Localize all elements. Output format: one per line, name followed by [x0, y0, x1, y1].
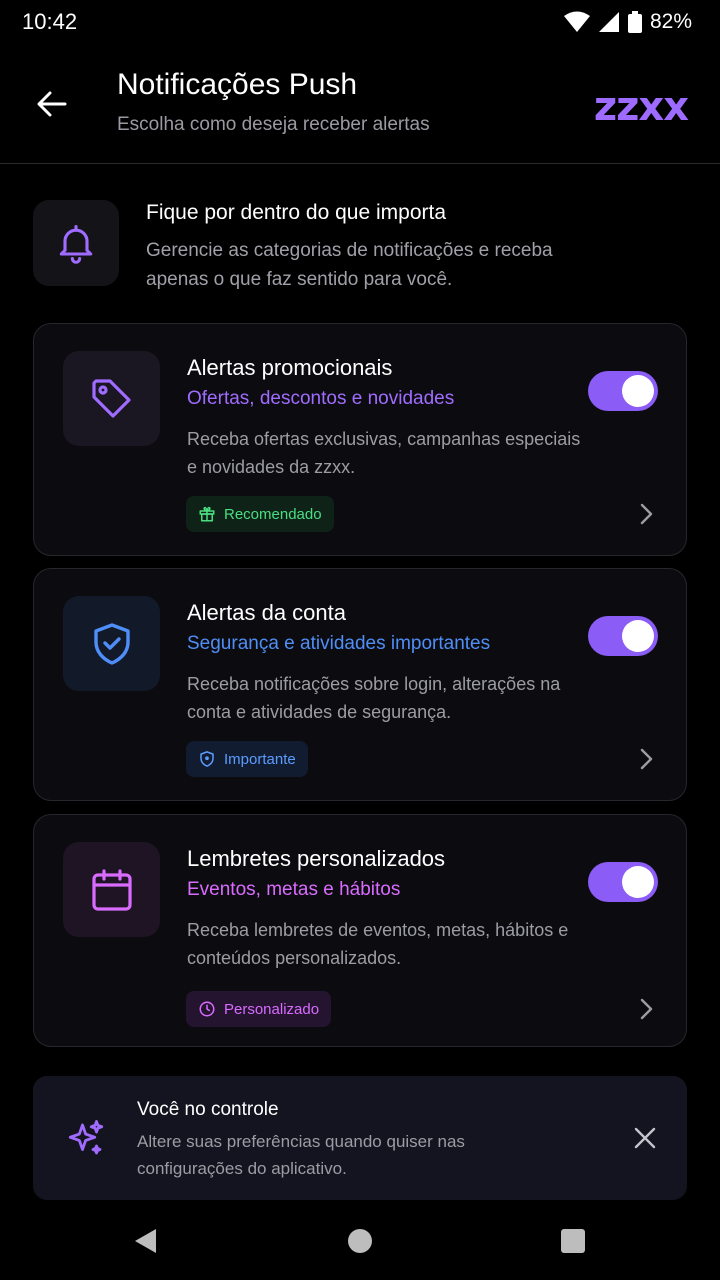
- info-banner: Você no controle Altere suas preferência…: [33, 1076, 687, 1200]
- toggle-knob: [622, 620, 654, 652]
- status-bar: 10:42 82%: [0, 0, 720, 44]
- close-icon: [634, 1127, 656, 1149]
- battery-level: 82%: [649, 10, 692, 33]
- info-title: Você no controle: [137, 1099, 279, 1120]
- close-button[interactable]: [631, 1124, 659, 1152]
- intro-title: Fique por dentro do que importa: [146, 201, 447, 224]
- status-time: 10:42: [22, 9, 78, 34]
- tag-icon: [91, 378, 131, 418]
- intro-text: Gerencie as categorias de notificações e…: [146, 240, 553, 290]
- card-title: Alertas da conta: [187, 600, 346, 625]
- status-badge: Recomendado: [186, 496, 334, 532]
- info-text: Altere suas preferências quando quiser n…: [137, 1132, 465, 1178]
- promotional-alerts-toggle[interactable]: [588, 371, 658, 411]
- shield-icon: [200, 751, 214, 767]
- card-personalized-reminders[interactable]: Lembretes personalizados Eventos, metas …: [33, 814, 687, 1047]
- wifi-icon: [563, 11, 590, 32]
- signal-icon: [598, 12, 619, 32]
- card-description: Receba notificações sobre login, alteraç…: [187, 674, 561, 722]
- page-subtitle: Escolha como deseja receber alertas: [117, 114, 430, 135]
- nav-home-button[interactable]: [345, 1226, 375, 1256]
- arrow-left-icon: [37, 91, 67, 117]
- nav-back-button[interactable]: [130, 1226, 160, 1256]
- card-subtitle: Segurança e atividades importantes: [187, 633, 491, 654]
- toggle-knob: [622, 375, 654, 407]
- circle-home-icon: [348, 1229, 372, 1253]
- intro-bell-tile: [33, 200, 119, 286]
- badge-label: Importante: [224, 750, 296, 768]
- account-alerts-toggle[interactable]: [588, 616, 658, 656]
- bell-icon: [59, 224, 93, 264]
- card-promotional-alerts[interactable]: Alertas promocionais Ofertas, descontos …: [33, 323, 687, 556]
- card-description: Receba lembretes de eventos, metas, hábi…: [187, 920, 569, 968]
- page-title: Notificações Push: [117, 68, 358, 101]
- sparkles-icon: [68, 1120, 104, 1155]
- chevron-right-icon[interactable]: [634, 997, 658, 1021]
- square-recents-icon: [561, 1229, 585, 1253]
- system-nav-bar: [0, 1200, 720, 1280]
- status-badge: Importante: [186, 741, 308, 777]
- chevron-right-icon[interactable]: [634, 747, 658, 771]
- card-description: Receba ofertas exclusivas, campanhas esp…: [187, 429, 581, 477]
- gift-icon: [199, 506, 215, 522]
- card-subtitle: Ofertas, descontos e novidades: [187, 388, 455, 409]
- nav-recents-button[interactable]: [558, 1226, 588, 1256]
- card-icon-tile: [63, 596, 160, 691]
- badge-label: Personalizado: [224, 1000, 320, 1018]
- toggle-knob: [622, 866, 654, 898]
- card-subtitle: Eventos, metas e hábitos: [187, 879, 401, 900]
- card-account-alerts[interactable]: Alertas da conta Segurança e atividades …: [33, 568, 687, 801]
- status-badge: Personalizado: [186, 991, 332, 1027]
- brand-logo: zzxx: [593, 84, 689, 130]
- battery-icon: [627, 11, 642, 33]
- chevron-right-icon[interactable]: [634, 502, 658, 526]
- status-icons: 82%: [563, 10, 692, 34]
- badge-label: Recomendado: [224, 505, 322, 523]
- app-header: Notificações Push Escolha como deseja re…: [0, 44, 720, 164]
- card-icon-tile: [63, 842, 160, 937]
- calendar-icon: [91, 868, 132, 911]
- back-button[interactable]: [30, 82, 74, 126]
- clock-icon: [199, 1001, 215, 1017]
- card-icon-tile: [63, 351, 160, 446]
- shield-check-icon: [93, 622, 130, 665]
- personalized-reminders-toggle[interactable]: [588, 862, 658, 902]
- triangle-back-icon: [135, 1229, 156, 1253]
- card-title: Lembretes personalizados: [187, 846, 446, 871]
- card-title: Alertas promocionais: [187, 355, 393, 380]
